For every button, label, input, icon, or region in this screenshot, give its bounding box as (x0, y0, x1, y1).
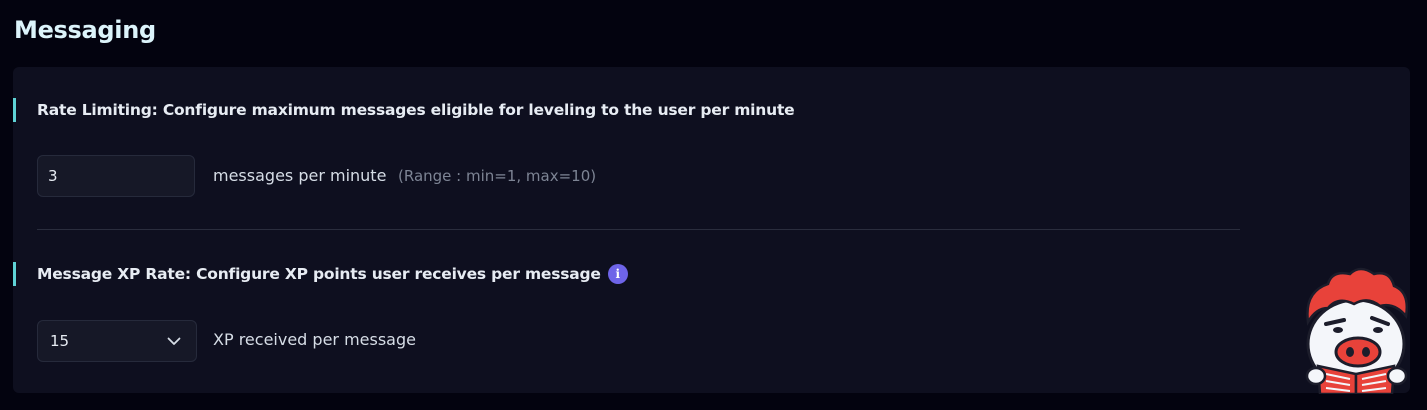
section-title: Messaging (14, 16, 156, 44)
xp-rate-selected-value: 15 (50, 332, 70, 350)
info-icon[interactable]: i (607, 264, 628, 284)
xp-rate-heading: Message XP Rate: Configure XP points use… (13, 262, 628, 286)
messaging-settings-card: Rate Limiting: Configure maximum message… (13, 67, 1410, 393)
xp-rate-heading-text: Message XP Rate: Configure XP points use… (37, 265, 601, 283)
chevron-down-icon (166, 333, 182, 349)
xp-rate-select[interactable]: 15 (37, 320, 197, 362)
messages-per-minute-label: messages per minute (213, 166, 387, 185)
rate-limiting-heading: Rate Limiting: Configure maximum message… (13, 98, 795, 122)
pig-mascot-reading-icon (1298, 262, 1416, 396)
messaging-page: Messaging Rate Limiting: Configure maxim… (0, 0, 1427, 410)
messages-per-minute-input[interactable] (37, 155, 195, 197)
xp-per-message-label: XP received per message (213, 330, 416, 349)
range-hint: (Range : min=1, max=10) (398, 167, 597, 185)
accent-bar (13, 262, 16, 286)
divider (37, 229, 1240, 230)
rate-limiting-heading-text: Rate Limiting: Configure maximum message… (37, 101, 795, 119)
accent-bar (13, 98, 16, 122)
